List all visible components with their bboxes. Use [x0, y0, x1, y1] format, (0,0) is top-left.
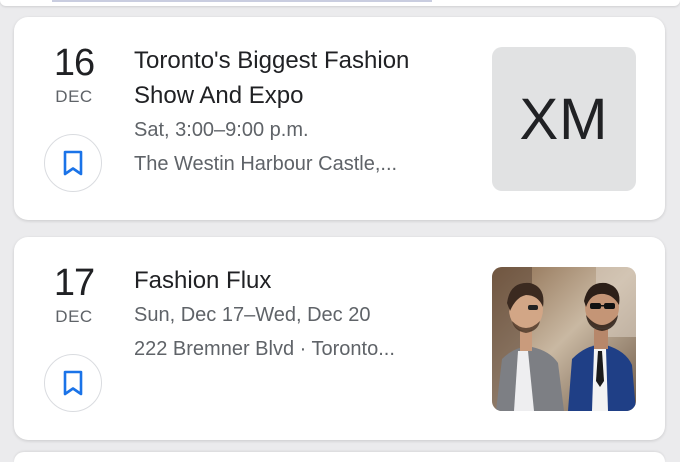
- two-men-in-suits-photo: [492, 267, 636, 411]
- event-month: DEC: [55, 307, 93, 326]
- event-date: 16 DEC: [42, 43, 106, 107]
- event-day: 16: [53, 42, 95, 84]
- event-info: Fashion Flux Sun, Dec 17–Wed, Dec 20 222…: [134, 263, 474, 366]
- event-dates: Sun, Dec 17–Wed, Dec 20: [134, 304, 371, 326]
- event-day: 17: [53, 262, 95, 304]
- bookmark-icon: [63, 370, 83, 396]
- previous-card-edge: [0, 0, 680, 6]
- event-month: DEC: [55, 87, 93, 106]
- event-thumbnail[interactable]: XM: [492, 47, 636, 191]
- event-title: Fashion Flux: [134, 267, 272, 294]
- event-time: Sat, 3:00–9:00 p.m.: [134, 119, 309, 141]
- event-thumbnail[interactable]: [492, 267, 636, 411]
- thumbnail-initials: XM: [519, 86, 609, 152]
- event-title-line: Show And Expo: [134, 82, 304, 109]
- scroll-indicator: [52, 0, 432, 2]
- bookmark-button[interactable]: [44, 354, 102, 412]
- event-card[interactable]: 17 DEC Fashion Flux Sun, Dec 17–Wed, Dec…: [14, 237, 665, 440]
- event-venue: The Westin Harbour Castle,...: [134, 153, 398, 175]
- bookmark-button[interactable]: [44, 134, 102, 192]
- event-info: Toronto's Biggest Fashion Show And Expo …: [134, 43, 474, 181]
- next-card-edge: [14, 452, 665, 462]
- event-card[interactable]: 16 DEC Toronto's Biggest Fashion Show An…: [14, 17, 665, 220]
- event-venue: 222 Bremner Blvd · Toronto...: [134, 338, 395, 360]
- event-date: 17 DEC: [42, 263, 106, 327]
- event-title-line: Toronto's Biggest Fashion: [134, 47, 410, 74]
- bookmark-icon: [63, 150, 83, 176]
